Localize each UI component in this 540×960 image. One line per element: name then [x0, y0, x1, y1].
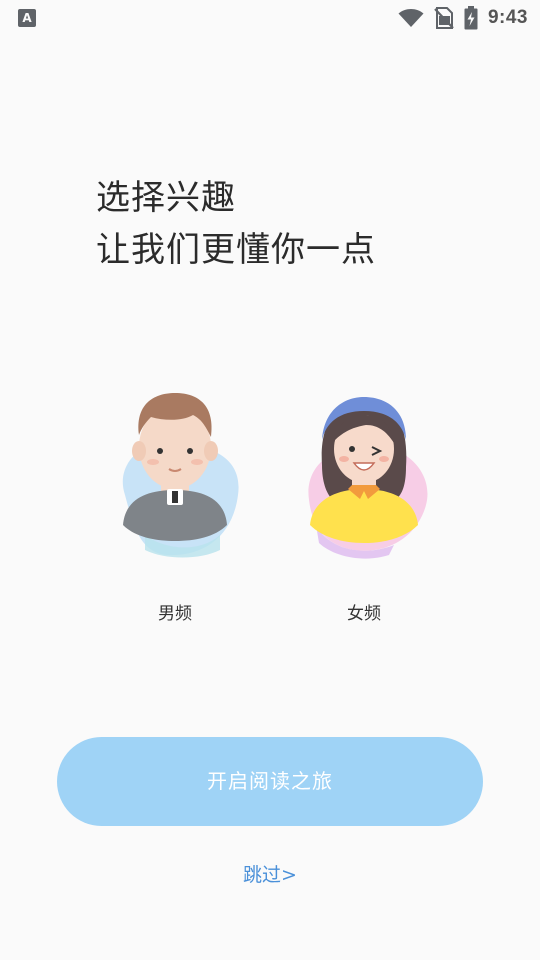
interest-selection-screen: A 9:43 选择兴趣 让我们更懂你一点 男频 女频 开启阅读之旅 跳过> — [0, 0, 540, 960]
notification-app-icon: A — [18, 9, 36, 27]
male-label: 男频 — [158, 604, 192, 624]
title-line-1: 选择兴趣 — [96, 178, 236, 218]
status-time: 9:43 — [487, 7, 528, 28]
start-reading-button[interactable]: 开启阅读之旅 — [57, 737, 483, 826]
female-label: 女频 — [347, 604, 381, 624]
wifi-icon — [398, 9, 424, 27]
no-sim-icon — [434, 7, 454, 29]
battery-charging-icon — [464, 6, 478, 30]
female-option[interactable]: 女频 — [294, 385, 434, 635]
male-option[interactable]: 男频 — [105, 385, 245, 635]
status-icons: 9:43 — [398, 0, 528, 36]
title-line-2: 让我们更懂你一点 — [96, 230, 376, 270]
skip-link[interactable]: 跳过> — [0, 860, 540, 887]
status-bar: A 9:43 — [0, 0, 540, 36]
male-avatar-icon — [122, 393, 239, 558]
page-title: 选择兴趣 让我们更懂你一点 — [96, 172, 376, 276]
female-avatar-icon — [308, 397, 428, 559]
